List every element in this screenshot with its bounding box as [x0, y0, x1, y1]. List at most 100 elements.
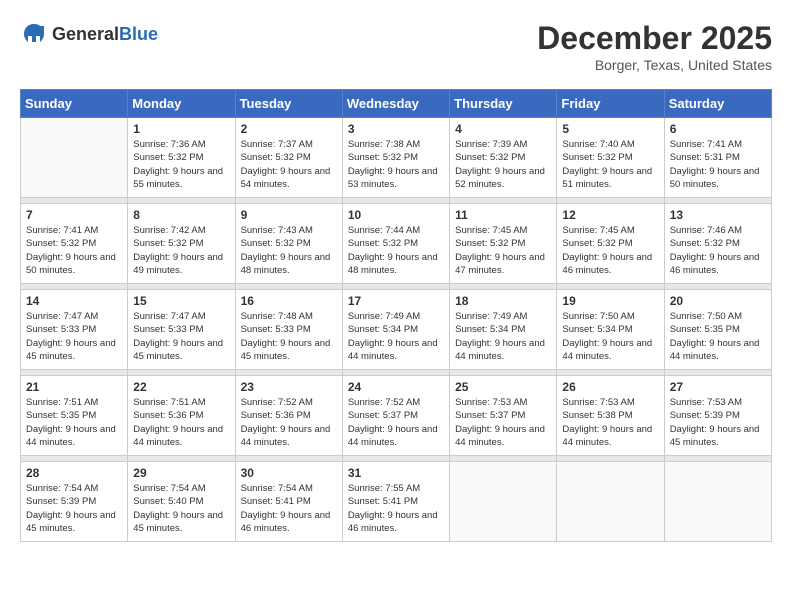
sunset-text: Sunset: 5:37 PM: [348, 410, 418, 421]
daylight-text: Daylight: 9 hours and 44 minutes.: [133, 424, 223, 448]
calendar-day: 21 Sunrise: 7:51 AM Sunset: 5:35 PM Dayl…: [21, 376, 128, 456]
daylight-text: Daylight: 9 hours and 44 minutes.: [241, 424, 331, 448]
day-info: Sunrise: 7:45 AM Sunset: 5:32 PM Dayligh…: [455, 224, 551, 277]
day-info: Sunrise: 7:52 AM Sunset: 5:36 PM Dayligh…: [241, 396, 337, 449]
day-number: 4: [455, 122, 551, 136]
sunrise-text: Sunrise: 7:42 AM: [133, 225, 205, 236]
calendar-day: 28 Sunrise: 7:54 AM Sunset: 5:39 PM Dayl…: [21, 462, 128, 542]
day-info: Sunrise: 7:47 AM Sunset: 5:33 PM Dayligh…: [133, 310, 229, 363]
day-info: Sunrise: 7:53 AM Sunset: 5:39 PM Dayligh…: [670, 396, 766, 449]
sunrise-text: Sunrise: 7:41 AM: [26, 225, 98, 236]
sunset-text: Sunset: 5:33 PM: [26, 324, 96, 335]
sunset-text: Sunset: 5:31 PM: [670, 152, 740, 163]
col-monday: Monday: [128, 90, 235, 118]
calendar-week-1: 1 Sunrise: 7:36 AM Sunset: 5:32 PM Dayli…: [21, 118, 772, 198]
day-info: Sunrise: 7:53 AM Sunset: 5:37 PM Dayligh…: [455, 396, 551, 449]
sunset-text: Sunset: 5:32 PM: [348, 238, 418, 249]
day-info: Sunrise: 7:42 AM Sunset: 5:32 PM Dayligh…: [133, 224, 229, 277]
sunrise-text: Sunrise: 7:43 AM: [241, 225, 313, 236]
day-number: 31: [348, 466, 444, 480]
col-tuesday: Tuesday: [235, 90, 342, 118]
daylight-text: Daylight: 9 hours and 52 minutes.: [455, 166, 545, 190]
sunrise-text: Sunrise: 7:47 AM: [26, 311, 98, 322]
calendar-day: 29 Sunrise: 7:54 AM Sunset: 5:40 PM Dayl…: [128, 462, 235, 542]
sunrise-text: Sunrise: 7:45 AM: [562, 225, 634, 236]
daylight-text: Daylight: 9 hours and 45 minutes.: [26, 338, 116, 362]
sunrise-text: Sunrise: 7:53 AM: [562, 397, 634, 408]
sunset-text: Sunset: 5:39 PM: [26, 496, 96, 507]
day-number: 28: [26, 466, 122, 480]
sunrise-text: Sunrise: 7:54 AM: [26, 483, 98, 494]
sunrise-text: Sunrise: 7:51 AM: [26, 397, 98, 408]
sunset-text: Sunset: 5:33 PM: [133, 324, 203, 335]
sunset-text: Sunset: 5:32 PM: [562, 238, 632, 249]
calendar-day: 4 Sunrise: 7:39 AM Sunset: 5:32 PM Dayli…: [450, 118, 557, 198]
sunrise-text: Sunrise: 7:41 AM: [670, 139, 742, 150]
daylight-text: Daylight: 9 hours and 45 minutes.: [133, 510, 223, 534]
calendar-week-4: 21 Sunrise: 7:51 AM Sunset: 5:35 PM Dayl…: [21, 376, 772, 456]
daylight-text: Daylight: 9 hours and 45 minutes.: [670, 424, 760, 448]
calendar-week-3: 14 Sunrise: 7:47 AM Sunset: 5:33 PM Dayl…: [21, 290, 772, 370]
sunset-text: Sunset: 5:34 PM: [455, 324, 525, 335]
sunrise-text: Sunrise: 7:50 AM: [562, 311, 634, 322]
calendar-day: 13 Sunrise: 7:46 AM Sunset: 5:32 PM Dayl…: [664, 204, 771, 284]
sunrise-text: Sunrise: 7:50 AM: [670, 311, 742, 322]
sunrise-text: Sunrise: 7:48 AM: [241, 311, 313, 322]
day-info: Sunrise: 7:44 AM Sunset: 5:32 PM Dayligh…: [348, 224, 444, 277]
sunset-text: Sunset: 5:32 PM: [133, 238, 203, 249]
daylight-text: Daylight: 9 hours and 44 minutes.: [455, 338, 545, 362]
sunrise-text: Sunrise: 7:51 AM: [133, 397, 205, 408]
calendar-day: 20 Sunrise: 7:50 AM Sunset: 5:35 PM Dayl…: [664, 290, 771, 370]
day-number: 5: [562, 122, 658, 136]
daylight-text: Daylight: 9 hours and 53 minutes.: [348, 166, 438, 190]
calendar-day: 6 Sunrise: 7:41 AM Sunset: 5:31 PM Dayli…: [664, 118, 771, 198]
calendar-day: 8 Sunrise: 7:42 AM Sunset: 5:32 PM Dayli…: [128, 204, 235, 284]
sunset-text: Sunset: 5:39 PM: [670, 410, 740, 421]
daylight-text: Daylight: 9 hours and 44 minutes.: [26, 424, 116, 448]
calendar-day: 25 Sunrise: 7:53 AM Sunset: 5:37 PM Dayl…: [450, 376, 557, 456]
calendar-day: [557, 462, 664, 542]
calendar-day: 7 Sunrise: 7:41 AM Sunset: 5:32 PM Dayli…: [21, 204, 128, 284]
sunset-text: Sunset: 5:32 PM: [348, 152, 418, 163]
daylight-text: Daylight: 9 hours and 44 minutes.: [455, 424, 545, 448]
day-info: Sunrise: 7:41 AM Sunset: 5:32 PM Dayligh…: [26, 224, 122, 277]
sunrise-text: Sunrise: 7:53 AM: [670, 397, 742, 408]
day-number: 8: [133, 208, 229, 222]
calendar-day: 10 Sunrise: 7:44 AM Sunset: 5:32 PM Dayl…: [342, 204, 449, 284]
daylight-text: Daylight: 9 hours and 44 minutes.: [562, 338, 652, 362]
calendar-table: Sunday Monday Tuesday Wednesday Thursday…: [20, 89, 772, 542]
sunrise-text: Sunrise: 7:54 AM: [133, 483, 205, 494]
calendar-day: 23 Sunrise: 7:52 AM Sunset: 5:36 PM Dayl…: [235, 376, 342, 456]
calendar-day: 19 Sunrise: 7:50 AM Sunset: 5:34 PM Dayl…: [557, 290, 664, 370]
day-number: 1: [133, 122, 229, 136]
calendar-day: 18 Sunrise: 7:49 AM Sunset: 5:34 PM Dayl…: [450, 290, 557, 370]
calendar-day: 2 Sunrise: 7:37 AM Sunset: 5:32 PM Dayli…: [235, 118, 342, 198]
day-number: 25: [455, 380, 551, 394]
sunrise-text: Sunrise: 7:49 AM: [348, 311, 420, 322]
daylight-text: Daylight: 9 hours and 44 minutes.: [348, 338, 438, 362]
sunset-text: Sunset: 5:32 PM: [133, 152, 203, 163]
header: GeneralBlue December 2025 Borger, Texas,…: [20, 20, 772, 73]
sunset-text: Sunset: 5:36 PM: [133, 410, 203, 421]
calendar-day: 26 Sunrise: 7:53 AM Sunset: 5:38 PM Dayl…: [557, 376, 664, 456]
logo-text: GeneralBlue: [52, 24, 158, 45]
daylight-text: Daylight: 9 hours and 46 minutes.: [241, 510, 331, 534]
day-info: Sunrise: 7:50 AM Sunset: 5:34 PM Dayligh…: [562, 310, 658, 363]
calendar-day: 9 Sunrise: 7:43 AM Sunset: 5:32 PM Dayli…: [235, 204, 342, 284]
sunset-text: Sunset: 5:32 PM: [241, 238, 311, 249]
day-info: Sunrise: 7:50 AM Sunset: 5:35 PM Dayligh…: [670, 310, 766, 363]
calendar-subtitle: Borger, Texas, United States: [537, 57, 772, 73]
sunset-text: Sunset: 5:34 PM: [348, 324, 418, 335]
logo-general: General: [52, 24, 119, 44]
title-area: December 2025 Borger, Texas, United Stat…: [537, 20, 772, 73]
logo-blue: Blue: [119, 24, 158, 44]
day-number: 21: [26, 380, 122, 394]
daylight-text: Daylight: 9 hours and 46 minutes.: [348, 510, 438, 534]
day-number: 10: [348, 208, 444, 222]
sunset-text: Sunset: 5:32 PM: [455, 152, 525, 163]
day-number: 27: [670, 380, 766, 394]
day-info: Sunrise: 7:51 AM Sunset: 5:36 PM Dayligh…: [133, 396, 229, 449]
logo-icon: [20, 20, 48, 48]
calendar-day: 17 Sunrise: 7:49 AM Sunset: 5:34 PM Dayl…: [342, 290, 449, 370]
day-info: Sunrise: 7:53 AM Sunset: 5:38 PM Dayligh…: [562, 396, 658, 449]
